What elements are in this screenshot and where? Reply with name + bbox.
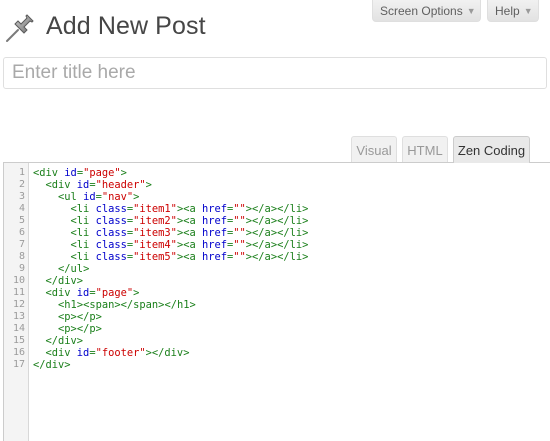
post-editor-page: Add New Post Screen Options▼ Help▼ Visua… [0,0,550,441]
code-line: </div> [45,335,84,347]
post-title-input[interactable] [4,58,546,88]
code-line: </div> [33,359,71,371]
code-line: <li class="item5"><a href=""></a></li> [70,251,309,263]
line-number: 13 [12,311,25,322]
tab-zen-coding[interactable]: Zen Coding [453,136,530,163]
code-line: <li class="item1"><a href=""></a></li> [70,203,309,215]
code-line: </ul> [58,263,90,275]
line-number: 12 [12,299,25,310]
line-number: 6 [18,227,25,238]
chevron-down-icon: ▼ [466,6,476,16]
line-number: 14 [12,323,25,334]
code-line: <div id="footer"></div> [45,347,190,359]
code-line: <p></p> [58,311,102,323]
line-number: 17 [12,359,25,370]
code-line: <div id="page"> [45,287,140,299]
screen-options-label: Screen Options [380,4,463,18]
code-line: <li class="item2"><a href=""></a></li> [70,215,309,227]
code-line: <ul id="nav"> [58,191,140,203]
tab-html[interactable]: HTML [402,136,448,162]
line-number: 2 [18,179,25,190]
page-title: Add New Post [46,12,206,40]
line-number: 4 [18,203,25,214]
pin-icon [6,14,34,42]
title-field-wrapper [3,57,547,89]
line-number: 8 [18,251,25,262]
line-number-gutter: 1 2 3 4 5 6 7 8 9 10 11 12 13 14 15 16 17 [4,163,29,441]
tab-visual[interactable]: Visual [351,136,397,162]
line-number: 10 [12,275,25,286]
screen-options-button[interactable]: Screen Options ▼ [372,0,481,22]
code-line: <div id="header"> [45,179,152,191]
code-editor[interactable]: 1 2 3 4 5 6 7 8 9 10 11 12 13 14 15 16 17 <div id="page"… [3,162,550,441]
line-number: 5 [18,215,25,226]
line-number: 3 [18,191,25,202]
code-line: <li class="item4"><a href=""></a></li> [70,239,309,251]
line-number: 1 [18,167,25,178]
code-line: </div> [45,275,84,287]
code-line: <li class="item3"><a href=""></a></li> [70,227,309,239]
code-line: <h1><span></span></h1> [58,299,196,311]
help-button[interactable]: Help ▼ [487,0,539,22]
line-number: 7 [18,239,25,250]
help-label: Help [495,4,520,18]
chevron-down-icon: ▼ [523,6,533,16]
line-number: 9 [18,263,25,274]
line-number: 11 [12,287,25,298]
line-number: 15 [12,335,25,346]
line-number: 16 [12,347,25,358]
code-content[interactable]: <div id="page"> <div id="header"> <ul id… [33,167,308,371]
code-line: <p></p> [58,323,102,335]
code-line: <div id="page"> [33,167,127,179]
